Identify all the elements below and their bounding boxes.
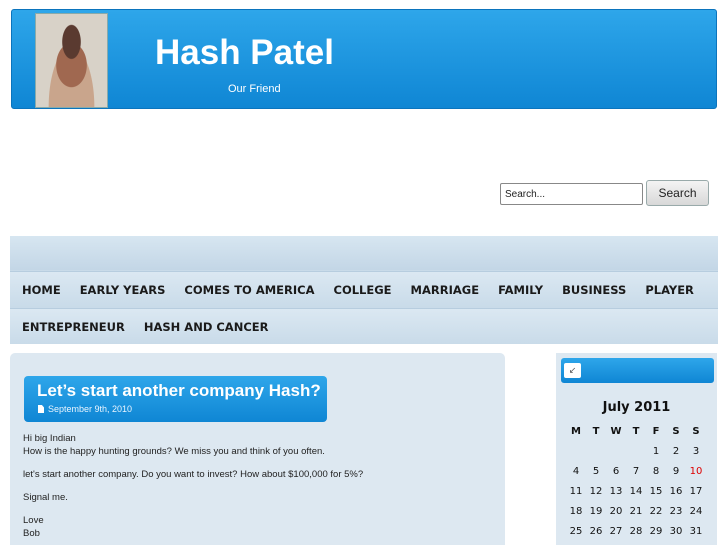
calendar-day[interactable]: 12 — [586, 481, 606, 501]
nav-item-hash-and-cancer[interactable]: HASH AND CANCER — [144, 320, 269, 334]
site-header: Hash Patel Our Friend — [11, 9, 717, 109]
calendar-day[interactable]: 15 — [646, 481, 666, 501]
document-icon — [38, 405, 44, 413]
calendar-title: July 2011 — [602, 400, 671, 415]
calendar-day[interactable]: 5 — [586, 461, 606, 481]
post-date-text: September 9th, 2010 — [48, 404, 133, 414]
nav-item-business[interactable]: BUSINESS — [562, 283, 626, 297]
post-date: September 9th, 2010 — [38, 404, 132, 414]
weekday-header: S — [692, 425, 700, 437]
post-paragraph: Signal me. — [23, 492, 68, 503]
calendar-week-row: 25 26 27 28 29 30 31 — [566, 521, 706, 541]
post-body: Hi big Indian How is the happy hunting g… — [23, 432, 493, 540]
calendar-day[interactable]: 17 — [686, 481, 706, 501]
nav-item-entrepreneur[interactable]: ENTREPRENEUR — [22, 320, 125, 334]
post-header: Let’s start another company Hash? Septem… — [24, 376, 327, 422]
calendar-day[interactable]: 9 — [666, 461, 686, 481]
calendar-empty-cell — [626, 441, 646, 461]
calendar-day[interactable]: 26 — [586, 521, 606, 541]
calendar-widget-header: ↙ — [561, 358, 714, 383]
post-title[interactable]: Let’s start another company Hash? — [37, 381, 321, 401]
nav-item-family[interactable]: FAMILY — [498, 283, 543, 297]
nav-row-1: HOME EARLY YEARS COMES TO AMERICA COLLEG… — [10, 271, 718, 307]
calendar-day[interactable]: 25 — [566, 521, 586, 541]
post-paragraph: Bob — [23, 528, 40, 539]
post-paragraph: Love — [23, 515, 44, 526]
calendar-day[interactable]: 29 — [646, 521, 666, 541]
calendar-empty-cell — [606, 441, 626, 461]
weekday-header: T — [592, 425, 600, 437]
calendar-day[interactable]: 11 — [566, 481, 586, 501]
main-navigation: HOME EARLY YEARS COMES TO AMERICA COLLEG… — [10, 236, 718, 344]
calendar-day[interactable]: 8 — [646, 461, 666, 481]
calendar-day[interactable]: 2 — [666, 441, 686, 461]
content-area: Let’s start another company Hash? Septem… — [10, 353, 505, 545]
nav-item-college[interactable]: COLLEGE — [334, 283, 392, 297]
calendar-day[interactable]: 6 — [606, 461, 626, 481]
calendar-day[interactable]: 20 — [606, 501, 626, 521]
search-input[interactable] — [500, 183, 643, 205]
calendar-day[interactable]: 7 — [626, 461, 646, 481]
calendar-day[interactable]: 19 — [586, 501, 606, 521]
post-paragraph: let's start another company. Do you want… — [23, 469, 364, 480]
calendar-empty-cell — [566, 441, 586, 461]
avatar — [35, 13, 108, 108]
calendar-day[interactable]: 23 — [666, 501, 686, 521]
calendar-empty-cell — [586, 441, 606, 461]
calendar-week-row: 4 5 6 7 8 9 10 — [566, 461, 706, 481]
calendar-day[interactable]: 24 — [686, 501, 706, 521]
nav-item-player[interactable]: PLAYER — [645, 283, 694, 297]
calendar-week-row: 123 — [566, 441, 706, 461]
calendar-day[interactable]: 31 — [686, 521, 706, 541]
nav-top-strip — [10, 236, 718, 270]
site-title[interactable]: Hash Patel — [155, 33, 334, 73]
weekday-header: W — [610, 425, 622, 437]
weekday-header: S — [672, 425, 680, 437]
calendar-day[interactable]: 28 — [626, 521, 646, 541]
calendar-day[interactable]: 3 — [686, 441, 706, 461]
calendar-day[interactable]: 18 — [566, 501, 586, 521]
calendar-week-row: 11 12 13 14 15 16 17 — [566, 481, 706, 501]
calendar-day[interactable]: 14 — [626, 481, 646, 501]
calendar-day[interactable]: 4 — [566, 461, 586, 481]
calendar-day[interactable]: 27 — [606, 521, 626, 541]
calendar-day[interactable]: 10 — [686, 461, 706, 481]
calendar-day[interactable]: 21 — [626, 501, 646, 521]
nav-item-home[interactable]: HOME — [22, 283, 61, 297]
calendar-day[interactable]: 16 — [666, 481, 686, 501]
post-paragraph: Hi big Indian — [23, 433, 76, 444]
weekday-header: F — [652, 425, 660, 437]
nav-item-comes-to-america[interactable]: COMES TO AMERICA — [184, 283, 314, 297]
nav-row-2: ENTREPRENEUR HASH AND CANCER — [10, 308, 718, 344]
calendar-day[interactable]: 1 — [646, 441, 666, 461]
calendar-day[interactable]: 13 — [606, 481, 626, 501]
post-paragraph: How is the happy hunting grounds? We mis… — [23, 446, 325, 457]
calendar-week-row: 18 19 20 21 22 23 24 — [566, 501, 706, 521]
weekday-header: M — [571, 425, 581, 437]
nav-item-early-years[interactable]: EARLY YEARS — [80, 283, 166, 297]
collapse-icon[interactable]: ↙ — [564, 363, 581, 378]
search-button[interactable]: Search — [646, 180, 709, 206]
calendar-day[interactable]: 30 — [666, 521, 686, 541]
site-tagline: Our Friend — [228, 83, 281, 95]
weekday-header: T — [632, 425, 640, 437]
calendar-day[interactable]: 22 — [646, 501, 666, 521]
sidebar: ↙ July 2011 M T W T F S S 1 2 3 4 5 6 7 8 9 10 11 1… — [556, 353, 717, 545]
nav-item-marriage[interactable]: MARRIAGE — [411, 283, 480, 297]
calendar-table: M T W T F S S 1 2 3 4 5 6 7 8 9 10 11 12 13 14 15 16 17 1… — [566, 421, 706, 541]
